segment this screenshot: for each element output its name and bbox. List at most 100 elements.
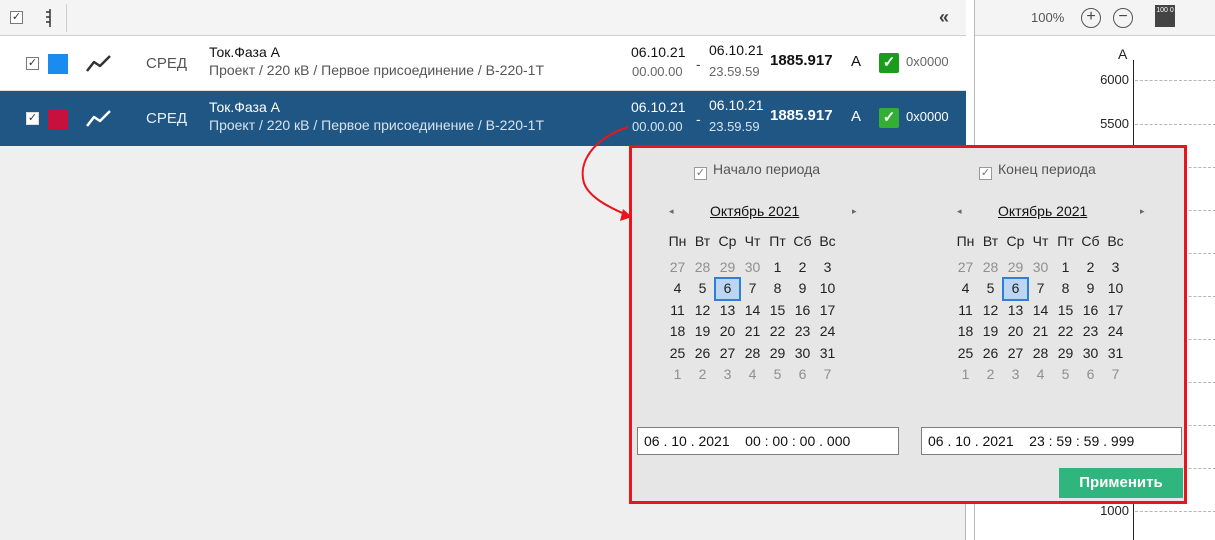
calendar-day[interactable]: 29 [715,257,740,279]
calendar-day[interactable]: 4 [953,278,978,300]
calendar-day[interactable]: 2 [790,257,815,279]
calendar-day[interactable]: 20 [1003,321,1028,343]
calendar-day[interactable]: 28 [740,343,765,365]
start-datetime-input[interactable]: 06 . 10 . 2021 00 : 00 : 00 . 000 [637,427,899,455]
calendar-day[interactable]: 22 [765,321,790,343]
calendar-day[interactable]: 21 [740,321,765,343]
calendar-day[interactable]: 30 [1078,343,1103,365]
zoom-reset-icon[interactable]: 100 0 [1155,5,1175,27]
calendar-day[interactable]: 15 [765,300,790,322]
calendar-day[interactable]: 30 [740,257,765,279]
calendar-day[interactable]: 3 [1103,257,1128,279]
start-date[interactable]: 06.10.21 [631,44,686,60]
zoom-in-icon[interactable]: + [1081,8,1101,28]
calendar-day[interactable]: 19 [978,321,1003,343]
calendar-day[interactable]: 9 [790,278,815,300]
next-month-icon[interactable]: ▸ [852,206,857,217]
next-month-icon[interactable]: ▸ [1140,206,1145,217]
calendar-day[interactable]: 5 [1053,364,1078,386]
calendar-day[interactable]: 11 [953,300,978,322]
calendar-day[interactable]: 23 [790,321,815,343]
calendar-day[interactable]: 7 [1028,278,1053,300]
calendar-day[interactable]: 29 [1053,343,1078,365]
calendar-day[interactable]: 13 [715,300,740,322]
calendar-day[interactable]: 11 [665,300,690,322]
calendar-day[interactable]: 30 [1028,257,1053,279]
calendar-day[interactable]: 28 [978,257,1003,279]
apply-button[interactable]: Применить [1059,468,1183,498]
calendar-day[interactable]: 16 [790,300,815,322]
calendar-day[interactable]: 21 [1028,321,1053,343]
zoom-out-icon[interactable]: − [1113,8,1133,28]
calendar-day[interactable]: 24 [1103,321,1128,343]
calendar-day[interactable]: 6 [1078,364,1103,386]
calendar-day[interactable]: 16 [1078,300,1103,322]
start-time[interactable]: 00.00.00 [632,119,683,134]
calendar-day[interactable]: 7 [740,278,765,300]
calendar-day[interactable]: 22 [1053,321,1078,343]
row-checkbox[interactable]: ✓ [26,112,39,125]
calendar-day[interactable]: 25 [953,343,978,365]
calendar-day[interactable]: 12 [690,300,715,322]
start-time[interactable]: 00.00.00 [632,64,683,79]
calendar-day[interactable]: 18 [665,321,690,343]
calendar-day[interactable]: 14 [1028,300,1053,322]
calendar-day[interactable]: 17 [815,300,840,322]
calendar-day[interactable]: 1 [665,364,690,386]
select-all-checkbox[interactable]: ✓ [10,11,23,24]
end-datetime-input[interactable]: 06 . 10 . 2021 23 : 59 : 59 . 999 [921,427,1182,455]
end-period-toggle[interactable]: ✓ Конец периода [979,161,1096,180]
calendar-day[interactable]: 30 [790,343,815,365]
calendar-day[interactable]: 26 [690,343,715,365]
month-title[interactable]: Октябрь 2021 [998,203,1087,219]
calendar-day-selected[interactable]: 6 [714,277,741,301]
end-time[interactable]: 23.59.59 [709,64,760,79]
calendar-day[interactable]: 13 [1003,300,1028,322]
calendar-day[interactable]: 8 [1053,278,1078,300]
calendar-day[interactable]: 27 [1003,343,1028,365]
calendar-day[interactable]: 6 [790,364,815,386]
calendar-day[interactable]: 10 [1103,278,1128,300]
calendar-day[interactable]: 17 [1103,300,1128,322]
calendar-day[interactable]: 12 [978,300,1003,322]
columns-icon[interactable] [44,8,56,28]
calendar-day[interactable]: 2 [690,364,715,386]
channel-row-selected[interactable]: ✓ СРЕД Ток.Фаза А Проект / 220 кВ / Перв… [0,91,966,146]
end-date[interactable]: 06.10.21 [709,42,764,58]
prev-month-icon[interactable]: ◂ [669,206,674,217]
calendar-day[interactable]: 27 [953,257,978,279]
collapse-panel-button[interactable]: « [932,8,956,28]
calendar-day[interactable]: 1 [1053,257,1078,279]
calendar-day[interactable]: 27 [665,257,690,279]
calendar-day[interactable]: 8 [765,278,790,300]
calendar-day[interactable]: 7 [1103,364,1128,386]
calendar-day[interactable]: 26 [978,343,1003,365]
calendar-day[interactable]: 25 [665,343,690,365]
calendar-day[interactable]: 29 [1003,257,1028,279]
calendar-day[interactable]: 18 [953,321,978,343]
calendar-day[interactable]: 27 [715,343,740,365]
calendar-day[interactable]: 1 [765,257,790,279]
end-time[interactable]: 23.59.59 [709,119,760,134]
calendar-day[interactable]: 29 [765,343,790,365]
calendar-day[interactable]: 2 [1078,257,1103,279]
calendar-day[interactable]: 28 [690,257,715,279]
calendar-day[interactable]: 31 [815,343,840,365]
calendar-day[interactable]: 5 [978,278,1003,300]
calendar-day[interactable]: 7 [815,364,840,386]
calendar-day[interactable]: 20 [715,321,740,343]
calendar-day[interactable]: 4 [665,278,690,300]
calendar-day[interactable]: 3 [715,364,740,386]
calendar-day[interactable]: 3 [1003,364,1028,386]
calendar-day[interactable]: 14 [740,300,765,322]
calendar-day[interactable]: 9 [1078,278,1103,300]
calendar-day[interactable]: 15 [1053,300,1078,322]
series-color-swatch[interactable] [48,109,68,129]
channel-row[interactable]: ✓ СРЕД Ток.Фаза А Проект / 220 кВ / Перв… [0,36,966,91]
calendar-day[interactable]: 5 [765,364,790,386]
start-date[interactable]: 06.10.21 [631,99,686,115]
calendar-day[interactable]: 2 [978,364,1003,386]
calendar-day[interactable]: 4 [1028,364,1053,386]
calendar-day[interactable]: 28 [1028,343,1053,365]
calendar-day[interactable]: 3 [815,257,840,279]
